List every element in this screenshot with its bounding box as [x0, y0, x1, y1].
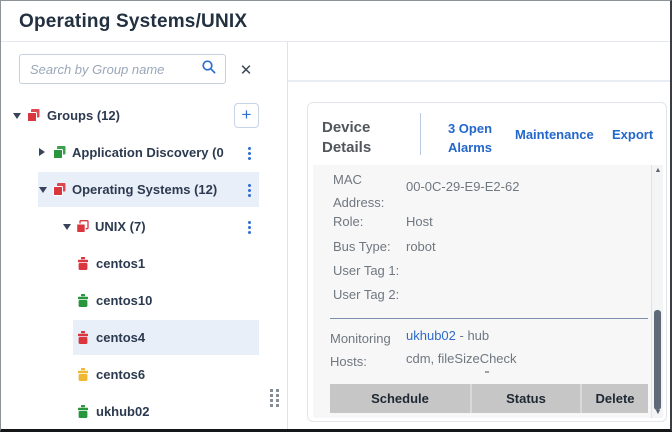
sidebar-item-label: centos4: [96, 330, 146, 345]
add-group-button[interactable]: +: [234, 103, 259, 128]
sidebar-item-label: centos1: [96, 256, 146, 271]
field-value-bus-type: robot: [406, 239, 436, 254]
group-status-icon: [27, 109, 40, 127]
field-label-user-tag-2: User Tag 2:: [333, 287, 400, 302]
sidebar-item-label: centos6: [96, 367, 146, 382]
device-status-icon: [77, 368, 89, 386]
kebab-menu-icon[interactable]: [244, 184, 254, 198]
device-status-icon: [77, 294, 89, 312]
collapse-arrow-icon[interactable]: [13, 113, 21, 119]
sidebar-item-label: Application Discovery (0: [72, 145, 224, 160]
monitoring-probes-value: cdm, fileSizeCheck: [406, 351, 517, 366]
group-search-box[interactable]: [19, 54, 226, 84]
host-suffix: - hub: [455, 328, 490, 343]
sidebar-item-label: centos10: [96, 293, 153, 308]
field-label-user-tag-1: User Tag 1:: [333, 263, 400, 278]
sidebar-item-centos4[interactable]: centos4: [1, 319, 259, 356]
group-status-icon: [76, 220, 89, 238]
maintenance-link[interactable]: Maintenance: [515, 127, 594, 142]
resize-dash-icon: [485, 371, 489, 373]
scrollbar-thumb[interactable]: [654, 310, 661, 410]
sidebar-item-centos1[interactable]: centos1: [1, 245, 259, 282]
scroll-up-icon[interactable]: ▲: [652, 167, 664, 174]
section-divider: [330, 318, 648, 319]
host-link[interactable]: ukhub02: [406, 328, 456, 343]
sidebar-item-unix[interactable]: UNIX (7): [1, 208, 259, 245]
scroll-down-icon[interactable]: ▼: [652, 409, 664, 416]
column-header-delete: Delete: [582, 384, 648, 413]
panel-divider: [287, 42, 288, 429]
device-details-card: Device Details 3 Open Alarms Maintenance…: [307, 102, 667, 422]
device-status-icon: [77, 257, 89, 275]
sidebar-item-application-discovery[interactable]: Application Discovery (0: [1, 134, 259, 171]
collapse-arrow-icon[interactable]: [39, 187, 47, 193]
sidebar-item-operating-systems[interactable]: Operating Systems (12): [1, 171, 259, 208]
header-divider: [420, 113, 421, 155]
sidebar-item-label: Operating Systems (12): [72, 182, 218, 197]
panel-header-divider: [288, 80, 670, 82]
field-label-mac: MAC Address:: [333, 172, 385, 210]
sidebar-item-label: ukhub02: [96, 404, 150, 419]
collapse-arrow-icon[interactable]: [63, 224, 71, 230]
column-header-schedule: Schedule: [330, 384, 470, 413]
sidebar-item-groups[interactable]: Groups (12) +: [1, 97, 259, 134]
monitoring-host-value: ukhub02 - hub: [406, 328, 489, 343]
field-value-role: Host: [406, 214, 433, 229]
group-status-icon: [53, 146, 66, 164]
field-label-bus-type: Bus Type:: [333, 239, 391, 254]
kebab-menu-icon[interactable]: [244, 221, 254, 235]
sidebar-item-centos10[interactable]: centos10: [1, 282, 259, 319]
expand-arrow-icon[interactable]: [39, 148, 45, 156]
kebab-menu-icon[interactable]: [244, 147, 254, 161]
search-input[interactable]: [30, 61, 201, 77]
sidebar-item-centos6[interactable]: centos6: [1, 356, 259, 393]
open-alarms-link[interactable]: 3 Open Alarms: [437, 119, 503, 157]
device-status-icon: [77, 405, 89, 423]
sidebar-item-ukhub02[interactable]: ukhub02: [1, 393, 259, 429]
export-link[interactable]: Export: [612, 127, 653, 142]
app-window: Operating Systems/UNIX ✕ Groups (12) + A…: [0, 0, 672, 432]
page-title: Operating Systems/UNIX: [19, 11, 248, 32]
group-status-icon: [53, 183, 66, 201]
search-icon[interactable]: [201, 59, 217, 80]
field-label-role: Role:: [333, 214, 364, 229]
sidebar-item-label: Groups (12): [47, 108, 120, 123]
field-value-mac: 00-0C-29-E9-E2-62: [406, 179, 520, 194]
device-details-scroll-area: MAC Address: 00-0C-29-E9-E2-62 Role: Hos…: [313, 165, 663, 418]
schedule-table-header: Schedule Status Delete: [330, 384, 648, 413]
column-header-status: Status: [472, 384, 580, 413]
field-label-monitoring-hosts: Monitoring Hosts:: [330, 331, 391, 369]
drag-handle-icon[interactable]: [270, 389, 279, 407]
scrollbar[interactable]: ▲ ▼: [651, 165, 663, 418]
sidebar-item-label: UNIX (7): [95, 219, 146, 234]
title-divider: [1, 41, 670, 42]
device-status-icon: [77, 331, 89, 349]
close-icon[interactable]: ✕: [235, 59, 257, 81]
device-details-title: Device Details: [322, 119, 372, 156]
